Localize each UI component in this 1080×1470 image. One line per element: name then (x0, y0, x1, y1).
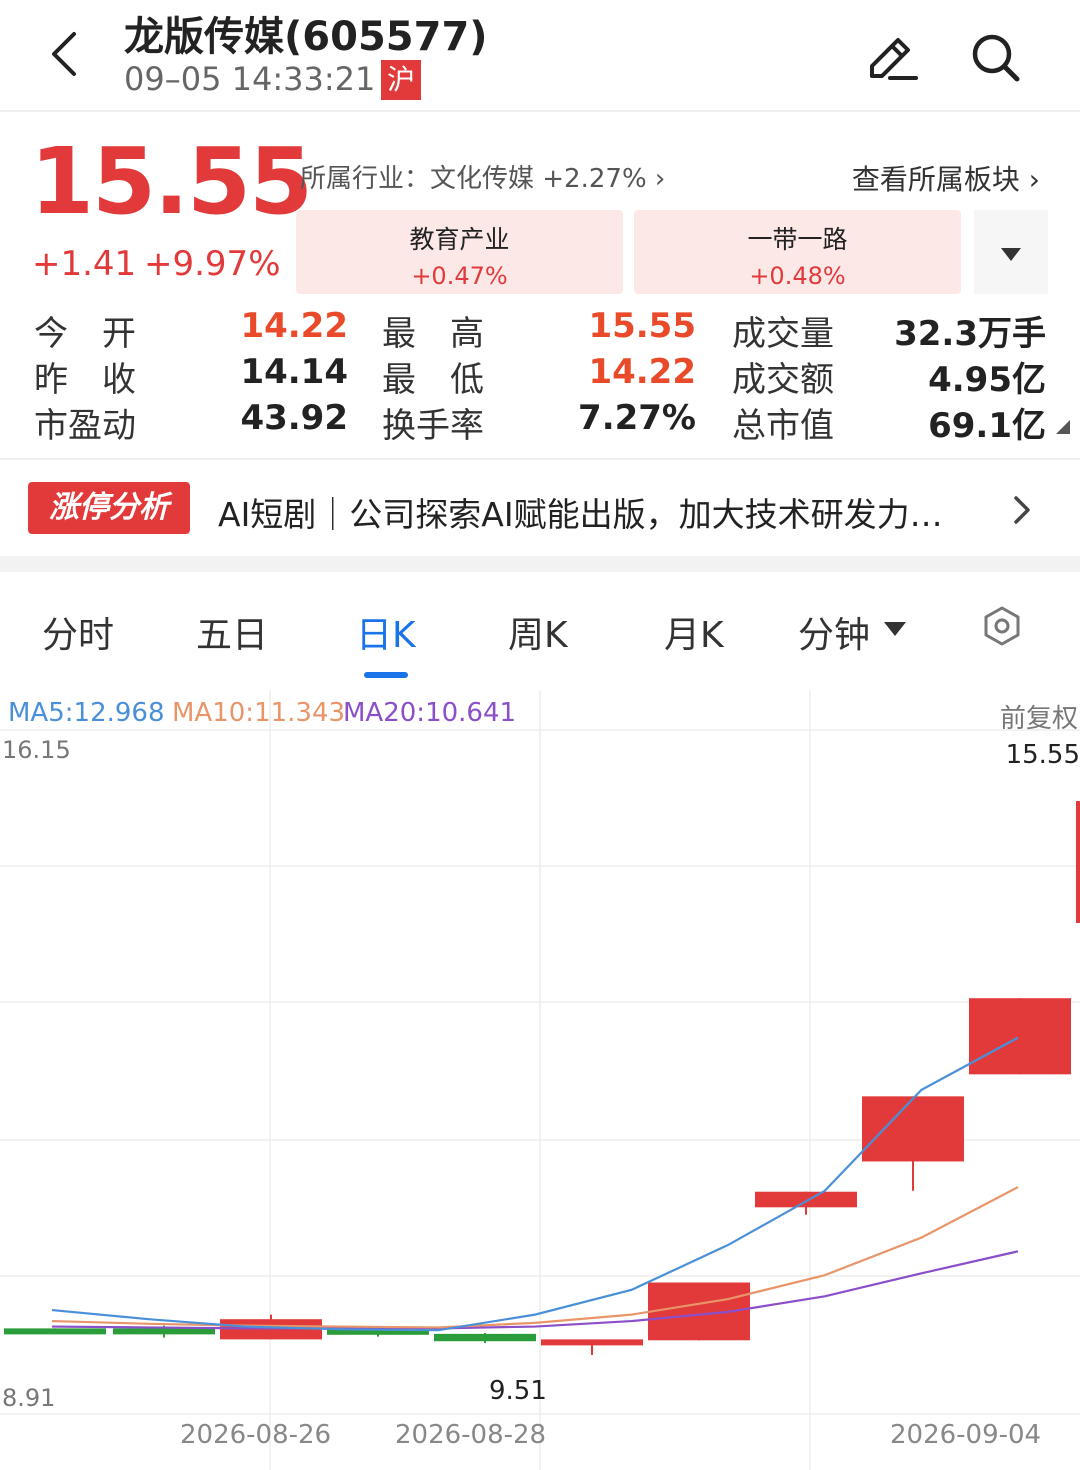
current-price: 15.55 (30, 128, 313, 235)
quote-datetime: 09–05 14:33:21 (124, 60, 376, 98)
candle-body (4, 1328, 106, 1335)
concept-pct: +0.47% (411, 262, 508, 290)
stat-label: 今 开 (34, 314, 136, 354)
stat-value: 14.22 (240, 306, 348, 346)
ma20-line (51, 1250, 1019, 1330)
settings-icon[interactable] (982, 606, 1022, 646)
ma10-line (51, 1186, 1019, 1329)
stat-label: 成交额 (732, 360, 834, 400)
ma10-label: MA10:11.343 (172, 698, 346, 728)
concept-name: 教育产业 (409, 225, 510, 254)
search-icon[interactable] (968, 30, 1022, 84)
active-tab-indicator (364, 672, 408, 678)
candle-body (434, 1333, 536, 1342)
view-sector-link[interactable]: 查看所属板块 › (852, 158, 1040, 198)
concept-expand-button[interactable] (974, 210, 1048, 294)
stat-value: 7.27% (578, 398, 696, 438)
stat-label: 成交量 (732, 314, 834, 354)
y-axis-top-label: 16.15 (2, 736, 71, 764)
candle-body (755, 1191, 857, 1208)
tab-weekly-k[interactable]: 周K (508, 606, 568, 658)
ma5-label: MA5:12.968 (8, 698, 165, 728)
ma5-line (51, 1036, 1019, 1332)
tab-minute[interactable]: 分钟 (798, 606, 870, 658)
market-badge: 沪 (381, 60, 421, 100)
tab-daily-k[interactable]: 日K (356, 606, 416, 658)
corner-triangle-icon[interactable] (1056, 420, 1072, 434)
stat-value: 4.95亿 (928, 360, 1046, 400)
stat-value: 69.1亿 (928, 406, 1046, 446)
tab-timeshare[interactable]: 分时 (42, 606, 114, 658)
stat-label: 昨 收 (34, 360, 136, 400)
candle-body (1076, 801, 1080, 924)
stat-label: 市盈动 (34, 406, 136, 446)
stat-label: 换手率 (382, 406, 484, 446)
max-price-label: 15.55 (1005, 740, 1080, 770)
divider (0, 458, 1080, 460)
price-adjust-toggle[interactable]: 前复权 (1000, 698, 1078, 735)
price-change: +1.41 (32, 244, 137, 284)
section-separator (0, 556, 1080, 572)
y-axis-bottom-label: 8.91 (2, 1384, 56, 1412)
ma20-label: MA20:10.641 (343, 698, 517, 728)
kline-chart[interactable] (0, 690, 1080, 1470)
stat-value: 14.14 (240, 352, 348, 392)
industry-link[interactable]: 所属行业：文化传媒 +2.27% › (300, 158, 665, 195)
x-axis-label: 2026-08-28 (395, 1420, 547, 1450)
stat-value: 43.92 (240, 398, 348, 438)
stat-label: 最 低 (382, 360, 484, 400)
min-price-label: 9.51 (489, 1376, 547, 1406)
candle-body (541, 1339, 643, 1346)
news-headline[interactable]: AI短剧｜公司探索AI赋能出版，加大技术研发力… (218, 488, 943, 536)
edit-icon[interactable] (864, 30, 920, 86)
x-axis-label: 2026-09-04 (890, 1420, 1042, 1450)
x-axis-label: 2026-08-26 (180, 1420, 332, 1450)
stock-title: 龙版传媒(605577) (124, 14, 488, 60)
dropdown-arrow-icon[interactable] (884, 622, 906, 636)
header-bar: 龙版传媒(605577) 09–05 14:33:21 沪 (0, 0, 1080, 112)
chevron-right-icon[interactable] (1012, 494, 1032, 526)
candle-body (969, 998, 1071, 1075)
concept-card[interactable]: 教育产业 +0.47% (296, 210, 623, 294)
concept-pct: +0.48% (749, 262, 846, 290)
concept-card[interactable]: 一带一路 +0.48% (634, 210, 961, 294)
stat-value: 32.3万手 (894, 314, 1046, 354)
back-arrow-icon[interactable] (44, 28, 84, 80)
candle-body (862, 1096, 964, 1162)
tab-monthly-k[interactable]: 月K (664, 606, 724, 658)
chevron-down-icon (1001, 248, 1021, 261)
stat-value: 14.22 (588, 352, 696, 392)
tab-five-day[interactable]: 五日 (196, 606, 268, 658)
price-change-pct: +9.97% (144, 244, 281, 284)
concept-name: 一带一路 (747, 225, 848, 254)
limit-up-analysis-badge[interactable]: 涨停分析 (28, 482, 190, 534)
stat-value: 15.55 (588, 306, 696, 346)
candle-body (113, 1328, 215, 1335)
stat-label: 总市值 (732, 406, 834, 446)
stat-label: 最 高 (382, 314, 484, 354)
